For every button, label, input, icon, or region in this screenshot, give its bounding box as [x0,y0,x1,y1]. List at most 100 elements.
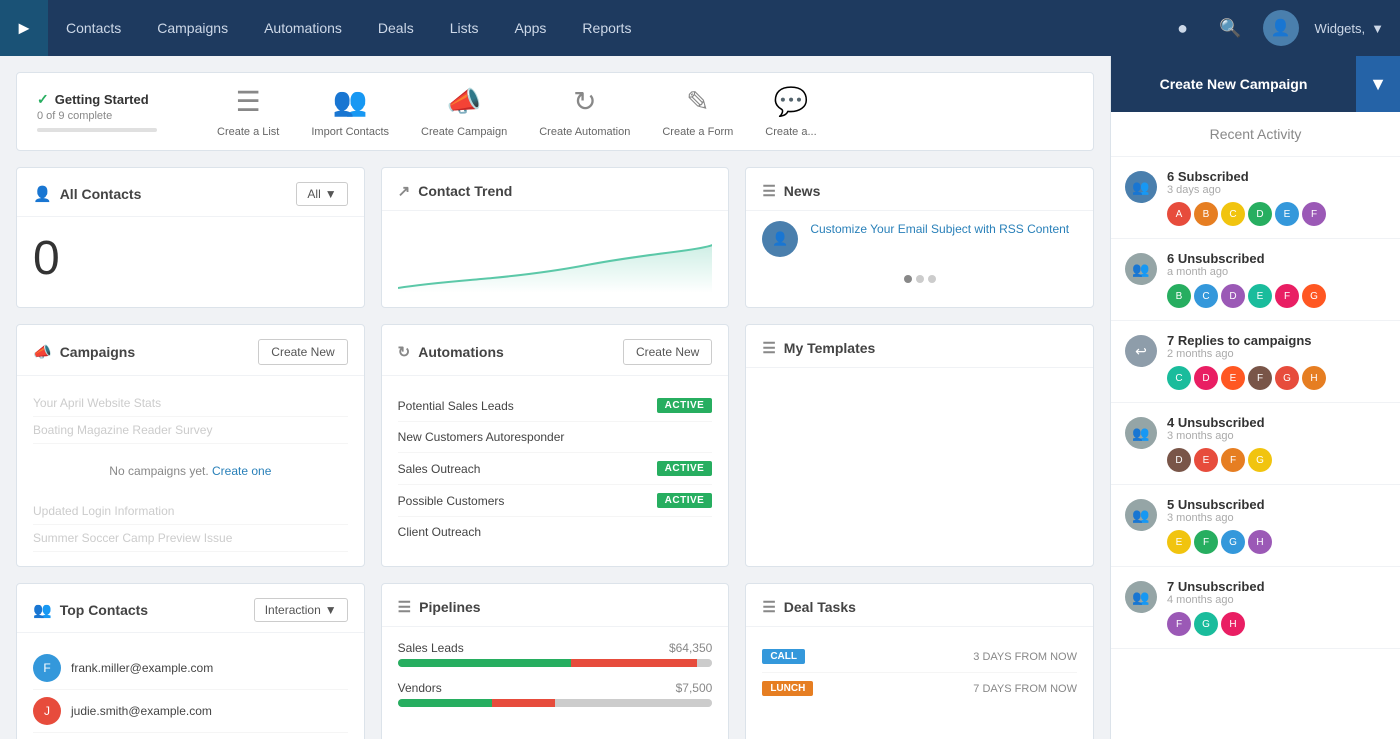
nav-contacts[interactable]: Contacts [48,0,139,56]
automations-header: ↻ Automations Create New [382,325,729,376]
chevron-down-icon: ▼ [325,603,337,617]
activity-avatar: F [1275,284,1299,308]
campaign-item[interactable]: Summer Soccer Camp Preview Issue [33,525,348,552]
create-campaign-dropdown-btn[interactable]: ▼ [1356,56,1400,112]
nav-right: ● 🔍 👤 Widgets, ▼ [1167,10,1400,46]
campaign-item[interactable]: Your April Website Stats [33,390,348,417]
top-contacts-filter[interactable]: Interaction ▼ [254,598,348,622]
pipeline-gray [555,699,712,707]
campaign-item[interactable]: Boating Magazine Reader Survey [33,417,348,444]
activity-avatar: G [1194,612,1218,636]
gs-step-campaign[interactable]: 📣 Create Campaign [421,85,507,138]
news-dots [746,267,1093,291]
news-header: ☰ News [746,168,1093,211]
deal-task-item[interactable]: CALL 3 DAYS FROM NOW [762,641,1077,673]
gs-step-form[interactable]: ✎ Create a Form [662,85,733,138]
contact-item[interactable]: F frank.miller@example.com [33,647,348,690]
activity-avatars: DEFG [1167,448,1386,472]
activity-avatar: G [1275,366,1299,390]
gs-title-area: ✓ Getting Started 0 of 9 complete [37,91,177,132]
create-one-link[interactable]: Create one [212,464,271,478]
automation-item[interactable]: Client Outreach [398,517,713,547]
activity-count: 6 Subscribed [1167,169,1386,184]
pipelines-body: Sales Leads $64,350 Vendors $7,500 [382,627,729,735]
top-contacts-icon: 👥 [33,601,52,619]
news-link[interactable]: Customize Your Email Subject with RSS Co… [810,222,1069,236]
campaigns-icon: 📣 [33,343,52,361]
news-title: ☰ News [762,182,820,200]
gs-step-more[interactable]: 💬 Create a... [765,85,816,138]
activity-avatar: E [1248,284,1272,308]
activity-count: 5 Unsubscribed [1167,497,1386,512]
gs-title: ✓ Getting Started [37,91,177,108]
deal-tasks-icon: ☰ [762,598,775,616]
activity-avatar: E [1275,202,1299,226]
contact-trend-body [382,211,729,307]
deal-task-item[interactable]: LUNCH 7 DAYS FROM NOW [762,673,1077,704]
campaigns-create-btn[interactable]: Create New [258,339,347,365]
automation-item[interactable]: Possible Customers ACTIVE [398,485,713,517]
activity-dot: 👥 [1125,253,1157,285]
check-icon: ✓ [37,91,49,108]
activity-info: 7 Replies to campaigns 2 months ago CDEF… [1167,333,1386,390]
deal-tasks-card: ☰ Deal Tasks CALL 3 DAYS FROM NOW LUNCH … [745,583,1094,739]
activity-count: 7 Unsubscribed [1167,579,1386,594]
help-icon[interactable]: ● [1167,12,1199,44]
news-dot-2[interactable] [916,275,924,283]
nav-deals[interactable]: Deals [360,0,432,56]
activity-count: 6 Unsubscribed [1167,251,1386,266]
contact-item[interactable]: J jack.jones@example.com [33,733,348,739]
automation-item[interactable]: Sales Outreach ACTIVE [398,453,713,485]
contacts-count: 0 [33,231,348,286]
activity-avatar: G [1302,284,1326,308]
activity-item: 👥 5 Unsubscribed 3 months ago EFGH [1111,485,1400,567]
gs-step-automation[interactable]: ↻ Create Automation [539,85,630,138]
nav-apps[interactable]: Apps [497,0,565,56]
campaign-item[interactable]: Updated Login Information [33,498,348,525]
contact-trend-card: ↗ Contact Trend [381,167,730,308]
form-icon: ✎ [686,85,709,118]
news-dot-1[interactable] [904,275,912,283]
gs-step-import[interactable]: 👥 Import Contacts [311,85,389,138]
nav-campaigns[interactable]: Campaigns [139,0,246,56]
user-avatar[interactable]: 👤 [1263,10,1299,46]
nav-collapse-btn[interactable]: ► [0,0,48,56]
search-icon[interactable]: 🔍 [1215,12,1247,44]
pipelines-title: ☰ Pipelines [398,598,481,616]
activity-avatar: F [1221,448,1245,472]
contact-item[interactable]: J judie.smith@example.com [33,690,348,733]
all-contacts-header: 👤 All Contacts All ▼ [17,168,364,217]
automation-item[interactable]: New Customers Autoresponder [398,422,713,453]
automations-icon: ↻ [398,343,411,361]
nav-automations[interactable]: Automations [246,0,360,56]
pipeline-bar [398,699,713,707]
my-templates-body [746,368,1093,516]
activity-item: 👥 6 Unsubscribed a month ago BCDEFG [1111,239,1400,321]
automation-item[interactable]: Potential Sales Leads ACTIVE [398,390,713,422]
activity-avatar: F [1167,612,1191,636]
activity-avatar: E [1194,448,1218,472]
pipeline-red [492,699,555,707]
activity-time: 3 months ago [1167,512,1386,524]
activity-dot: 👥 [1125,581,1157,613]
user-menu[interactable]: Widgets, ▼ [1315,21,1384,36]
contacts-icon: 👤 [33,185,52,203]
contacts-filter-dropdown[interactable]: All ▼ [296,182,347,206]
activity-avatars: BCDEFG [1167,284,1386,308]
nav-reports[interactable]: Reports [564,0,649,56]
pipeline-red [571,659,697,667]
chevron-down-icon: ▼ [1371,21,1384,36]
call-badge: CALL [762,649,805,664]
gs-step-list[interactable]: ☰ Create a List [217,85,279,138]
gs-progress-text: 0 of 9 complete [37,110,177,122]
automations-create-btn[interactable]: Create New [623,339,712,365]
create-campaign-btn[interactable]: Create New Campaign [1111,56,1356,112]
news-content: 👤 Customize Your Email Subject with RSS … [746,211,1093,267]
nav-lists[interactable]: Lists [432,0,497,56]
activity-avatar: F [1248,366,1272,390]
automations-title: ↻ Automations [398,343,504,361]
news-dot-3[interactable] [928,275,936,283]
activity-time: 3 days ago [1167,184,1386,196]
top-contacts-card: 👥 Top Contacts Interaction ▼ F frank.mil… [16,583,365,739]
import-icon: 👥 [333,85,368,118]
